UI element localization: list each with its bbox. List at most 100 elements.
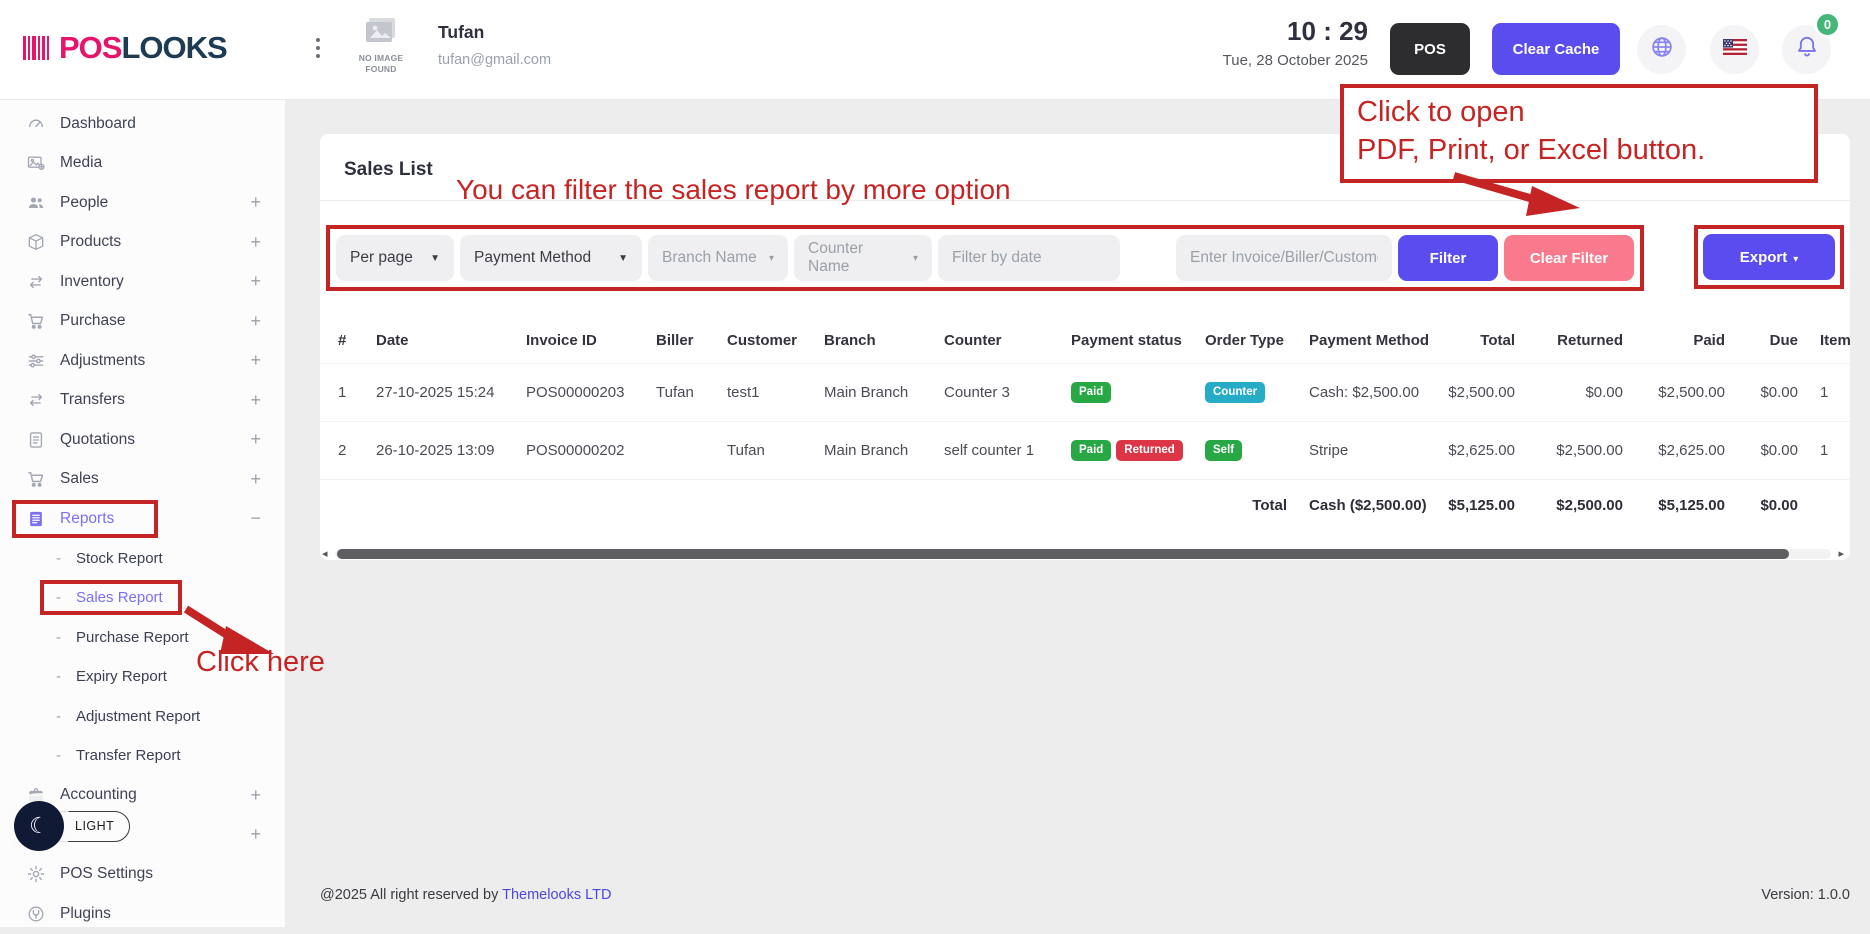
- payment-method-label: Payment Method: [474, 249, 591, 267]
- expand-plus-icon[interactable]: +: [250, 192, 261, 213]
- no-image-label-2: FOUND: [352, 64, 410, 75]
- expand-plus-icon[interactable]: +: [250, 350, 261, 371]
- sidebar-item-label: Adjustments: [60, 352, 145, 370]
- cell-due: $0.00: [1735, 442, 1808, 459]
- logo-text-looks: LOOKS: [121, 30, 226, 66]
- clear-cache-button[interactable]: Clear Cache: [1492, 23, 1620, 75]
- inventory-arrows-icon: [26, 271, 47, 292]
- pos-button[interactable]: POS: [1390, 23, 1470, 75]
- theme-toggle[interactable]: ☾ LIGHT: [14, 801, 130, 851]
- products-box-icon: [26, 232, 47, 253]
- date-filter-input[interactable]: [938, 235, 1120, 281]
- sidebar-item-people[interactable]: People +: [0, 183, 285, 223]
- no-image-icon: [363, 33, 399, 50]
- expand-plus-icon[interactable]: +: [250, 311, 261, 332]
- total-label: Total: [1193, 497, 1297, 514]
- filter-button[interactable]: Filter: [1398, 235, 1498, 281]
- sidebar-nav: Dashboard Media People + Products + Inve…: [0, 100, 286, 927]
- scroll-right-arrow[interactable]: ▸: [1838, 548, 1844, 560]
- order-type-badge: Counter: [1205, 382, 1265, 403]
- expand-plus-icon[interactable]: +: [250, 469, 261, 490]
- page-footer: @2025 All right reserved by Themelooks L…: [320, 887, 1850, 903]
- cell-items: 1: [1808, 442, 1850, 459]
- table-header-row: # Date Invoice ID Biller Customer Branch…: [320, 317, 1850, 363]
- status-badge-returned: Returned: [1116, 440, 1182, 461]
- cell-order-type: Self: [1193, 440, 1297, 461]
- clock-date: Tue, 28 October 2025: [1140, 52, 1368, 69]
- sidebar-item-adjustments[interactable]: Adjustments +: [0, 341, 285, 381]
- company-link[interactable]: Themelooks LTD: [502, 887, 611, 903]
- col-header-payment-status: Payment status: [1059, 332, 1193, 349]
- branch-name-select[interactable]: Branch Name ▾: [648, 235, 788, 281]
- sidebar-item-pos-settings[interactable]: POS Settings: [0, 855, 285, 895]
- sidebar-item-inventory[interactable]: Inventory +: [0, 262, 285, 302]
- subitem-label: Purchase Report: [76, 629, 189, 646]
- expand-plus-icon[interactable]: +: [250, 429, 261, 450]
- per-page-select[interactable]: Per page ▼: [336, 235, 454, 281]
- cell-payment-status: PaidReturned: [1059, 440, 1193, 461]
- expand-plus-icon[interactable]: +: [250, 824, 261, 845]
- sidebar-item-reports[interactable]: Reports −: [0, 499, 285, 539]
- cell-total: $2,625.00: [1437, 442, 1525, 459]
- col-header-num: #: [320, 332, 364, 349]
- expand-plus-icon[interactable]: +: [250, 271, 261, 292]
- logo-text-pos: POS: [59, 30, 121, 66]
- sidebar-subitem-sales-report[interactable]: -Sales Report: [0, 578, 285, 618]
- transfers-arrows-icon: [26, 390, 47, 411]
- sidebar-item-sales[interactable]: Sales +: [0, 460, 285, 500]
- sidebar-subitem-transfer-report[interactable]: -Transfer Report: [0, 736, 285, 776]
- invoice-search-input[interactable]: [1176, 235, 1392, 281]
- sidebar-subitem-adjustment-report[interactable]: -Adjustment Report: [0, 697, 285, 737]
- language-globe-button[interactable]: [1637, 25, 1686, 74]
- sales-cart-icon: [26, 469, 47, 490]
- sidebar-item-dashboard[interactable]: Dashboard: [0, 104, 285, 144]
- scrollbar-track[interactable]: [335, 549, 1831, 559]
- locale-flag-button[interactable]: [1710, 25, 1759, 74]
- cell-order-type: Counter: [1193, 382, 1297, 403]
- cell-payment-status: Paid: [1059, 382, 1193, 403]
- sidebar-item-products[interactable]: Products +: [0, 223, 285, 263]
- sidebar-item-label: Sales: [60, 470, 99, 488]
- user-email: tufan@gmail.com: [438, 52, 551, 68]
- sidebar-item-label: POS Settings: [60, 865, 153, 883]
- col-header-customer: Customer: [715, 332, 812, 349]
- sidebar-subitem-stock-report[interactable]: -Stock Report: [0, 539, 285, 579]
- chevron-down-icon: ▾: [901, 253, 918, 264]
- expand-plus-icon[interactable]: +: [250, 390, 261, 411]
- clock: 10 : 29 Tue, 28 October 2025: [1140, 16, 1368, 69]
- table-row[interactable]: 1 27-10-2025 15:24 POS00000203 Tufan tes…: [320, 363, 1850, 421]
- kebab-menu-icon[interactable]: [316, 38, 320, 58]
- cell-payment-method: Cash: $2,500.00: [1297, 384, 1437, 401]
- main-content: Sales List Per page ▼ Payment Method ▼ B…: [286, 100, 1870, 927]
- sidebar-item-purchase[interactable]: Purchase +: [0, 302, 285, 342]
- clear-filter-button[interactable]: Clear Filter: [1504, 235, 1634, 281]
- cell-paid: $2,500.00: [1633, 384, 1735, 401]
- sidebar-item-quotations[interactable]: Quotations +: [0, 420, 285, 460]
- sidebar-item-label: Products: [60, 233, 121, 251]
- app-logo[interactable]: POS LOOKS: [20, 30, 227, 66]
- collapse-minus-icon[interactable]: −: [250, 508, 261, 529]
- payment-method-select[interactable]: Payment Method ▼: [460, 235, 642, 281]
- media-image-icon: [26, 153, 47, 174]
- filter-toolbar: Per page ▼ Payment Method ▼ Branch Name …: [326, 225, 1844, 291]
- user-avatar[interactable]: NO IMAGE FOUND: [352, 16, 410, 75]
- dashboard-gauge-icon: [26, 113, 47, 134]
- scroll-left-arrow[interactable]: ◂: [322, 548, 328, 560]
- export-note-line1: Click to open: [1357, 93, 1801, 131]
- purchase-cart-icon: [26, 311, 47, 332]
- expand-plus-icon[interactable]: +: [250, 232, 261, 253]
- col-header-paid: Paid: [1633, 332, 1735, 349]
- sidebar-item-plugins[interactable]: Plugins: [0, 894, 285, 934]
- table-row[interactable]: 2 26-10-2025 13:09 POS00000202 Tufan Mai…: [320, 421, 1850, 479]
- scrollbar-thumb[interactable]: [337, 549, 1789, 559]
- col-header-biller: Biller: [644, 332, 715, 349]
- export-button[interactable]: Export▾: [1703, 234, 1835, 280]
- sidebar-item-media[interactable]: Media: [0, 144, 285, 184]
- counter-name-select[interactable]: Counter Name ▾: [794, 235, 932, 281]
- sidebar-item-label: Purchase: [60, 312, 125, 330]
- total-due: $0.00: [1735, 497, 1808, 514]
- expand-plus-icon[interactable]: +: [250, 785, 261, 806]
- quotations-document-icon: [26, 429, 47, 450]
- sidebar-item-transfers[interactable]: Transfers +: [0, 381, 285, 421]
- cell-num: 1: [320, 384, 364, 401]
